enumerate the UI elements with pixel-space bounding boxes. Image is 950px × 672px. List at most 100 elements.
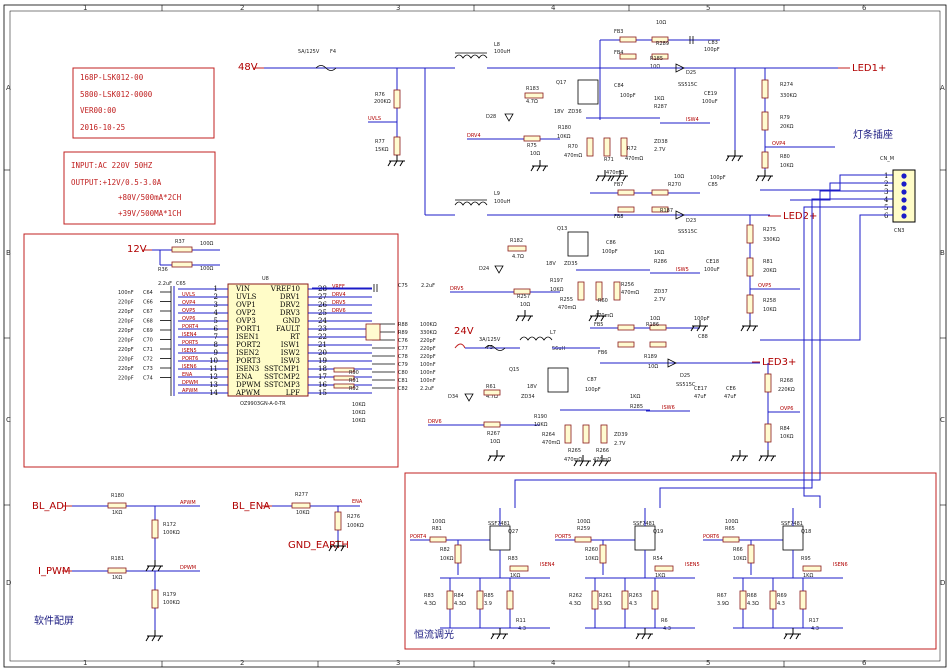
ic-pin-number: 25 <box>318 309 327 317</box>
ground-symbol <box>145 560 163 572</box>
ic-left-net: PORT5 <box>182 340 198 346</box>
r183-label: R183 <box>526 86 539 92</box>
r285-value: 1KΩ <box>630 394 640 400</box>
dim-rs-label: R83 <box>424 593 434 599</box>
right-comp-value: 100nF <box>420 362 436 368</box>
schematic-sheet: 112233445566A AB BC CD D 168P-LSK012-00 5800… <box>3 4 947 668</box>
ic-pin-number: 23 <box>318 325 327 333</box>
ic-pin-name: OVP3 <box>236 317 256 325</box>
fb6-label: FB6 <box>598 350 608 356</box>
r80-value: 10KΩ <box>780 163 794 169</box>
dim-rsense-value: 1KΩ <box>655 573 665 579</box>
fuse-f4-rating: 5A/125V <box>298 49 320 55</box>
cap-ref: C72 <box>143 357 153 363</box>
cap-ref: C64 <box>143 290 153 296</box>
isw5-net: ISW5 <box>676 267 689 273</box>
ic-left-pins: 1 VIN 2 UVLS UVLS 3 OVP1 OVP4 4 OVP2 OVP5 5 OVP3 OVP6… <box>178 285 261 397</box>
r186-value: 10Ω <box>650 316 660 322</box>
right-comp-value: 100KΩ <box>420 322 437 328</box>
ic-pin-number: 5 <box>214 317 218 325</box>
d23-value: SS515C <box>678 229 698 235</box>
dim-rs-value: 3.9Ω <box>599 601 611 607</box>
r270-label: R270 <box>668 182 681 188</box>
r92-label: R92 <box>349 386 359 392</box>
ic-pin-number: 14 <box>209 389 218 397</box>
frame-col-bottom: 4 <box>551 659 556 667</box>
ce17-value: 47uF <box>694 394 707 400</box>
r185-value: 10Ω <box>650 64 660 70</box>
c86-value: 100pF <box>602 249 618 255</box>
r91-label: R91 <box>349 378 359 384</box>
frame-col-bottom: 1 <box>83 659 87 667</box>
dim-mosfet-label: Q18 <box>801 529 811 535</box>
ce19-label: CE19 <box>704 91 717 97</box>
cap-value: 220pF <box>118 319 134 325</box>
inductor-l9 <box>454 201 488 206</box>
dim-port-net: PORT6 <box>703 534 719 540</box>
channel-3: 24V 3A/125V F5 L7 56uH FB5 R186 10Ω FB6 … <box>428 316 800 463</box>
frame-col-top: 5 <box>706 4 710 12</box>
zd34-label: ZD34 <box>521 394 535 400</box>
ic-pin-number: 2 <box>214 293 218 301</box>
zd37-label: ZD37 <box>654 289 668 295</box>
r197-label: R197 <box>550 278 563 284</box>
r76-resistor <box>393 89 401 109</box>
spec-note-line-3: +80V/500mA*2CH <box>118 193 182 202</box>
ic-pin-number: 4 <box>214 309 219 317</box>
dim-rsense-label: R83 <box>508 556 518 562</box>
ic-pin-name: SSTCMP3 <box>264 381 300 389</box>
c84-label: C84 <box>614 83 624 89</box>
c83-value: 100pF <box>704 47 720 53</box>
frame-col-bottom: 3 <box>396 659 400 667</box>
r36-label: R36 <box>158 267 168 273</box>
dim-rbot-value: 4.3 <box>811 626 819 632</box>
fuse-f5-label: F5 <box>487 345 493 351</box>
connector-pin <box>901 205 907 211</box>
r77-resistor <box>393 136 401 156</box>
dim-rs-label: R263 <box>629 593 642 599</box>
r75-label: R75 <box>527 143 537 149</box>
connector-pin <box>901 181 907 187</box>
r71-value: 470mΩ <box>606 170 624 176</box>
dim-isen-net: ISEN4 <box>540 562 555 568</box>
ground-symbol <box>387 155 405 167</box>
r285-label: R285 <box>630 404 643 410</box>
ic-right-net: DRV4 <box>332 292 346 298</box>
right-comp-value: 2.2uF <box>420 386 434 392</box>
channel-2: L9 100uH FB7 R270 10Ω FB8 R187 C85 100pF… <box>424 68 817 320</box>
cap-value: 220pF <box>118 366 134 372</box>
part-note-line-3: VER00:00 <box>80 106 117 115</box>
ic-pin-number: 28 <box>318 285 327 293</box>
cap-value: 220pF <box>118 300 134 306</box>
r70-value: 470mΩ <box>564 153 582 159</box>
frame-col-bottom: 6 <box>862 659 867 667</box>
ic-pin-name: DPWM <box>236 381 261 389</box>
r289-label: R289 <box>656 41 669 47</box>
v24-net: 24V <box>454 326 474 337</box>
ic-left-caps: 100nF C64 220pF C66 220pF C67 220pF C68 220pF C69… <box>118 286 175 396</box>
zd39-value: 2.7V <box>614 441 626 447</box>
cap-value: 220pF <box>118 357 134 363</box>
dim-rin-value: 100Ω <box>577 519 591 525</box>
ic-pin-name: PORT2 <box>236 341 261 349</box>
cap-value: 220pF <box>118 338 134 344</box>
r270-value: 10Ω <box>674 174 684 180</box>
ic-pin-number: 26 <box>318 301 327 309</box>
cap-ref: C73 <box>143 366 153 372</box>
r84-label: R84 <box>780 426 790 432</box>
led3-output: LED3+ <box>762 357 796 368</box>
connector-pin <box>901 189 907 195</box>
ena-net: ENA <box>352 499 363 505</box>
r264-label: R264 <box>542 432 555 438</box>
ic-pin-number: 11 <box>209 365 218 373</box>
right-comp-ref: C82 <box>398 386 408 392</box>
ic-pin-name: OVP1 <box>236 301 256 309</box>
d25-label-ch3: D25 <box>680 373 690 379</box>
mosfet-q17 <box>577 79 599 105</box>
ic-left-net: DPWM <box>182 380 198 386</box>
r186-label: R186 <box>646 322 659 328</box>
part-note-block: 168P-LSK012-00 5800-LSK012-0000 VER00:00… <box>72 67 215 139</box>
r276-label: R276 <box>347 514 360 520</box>
right-comp-ref: C79 <box>398 362 408 368</box>
cap-value: 220pF <box>118 347 134 353</box>
